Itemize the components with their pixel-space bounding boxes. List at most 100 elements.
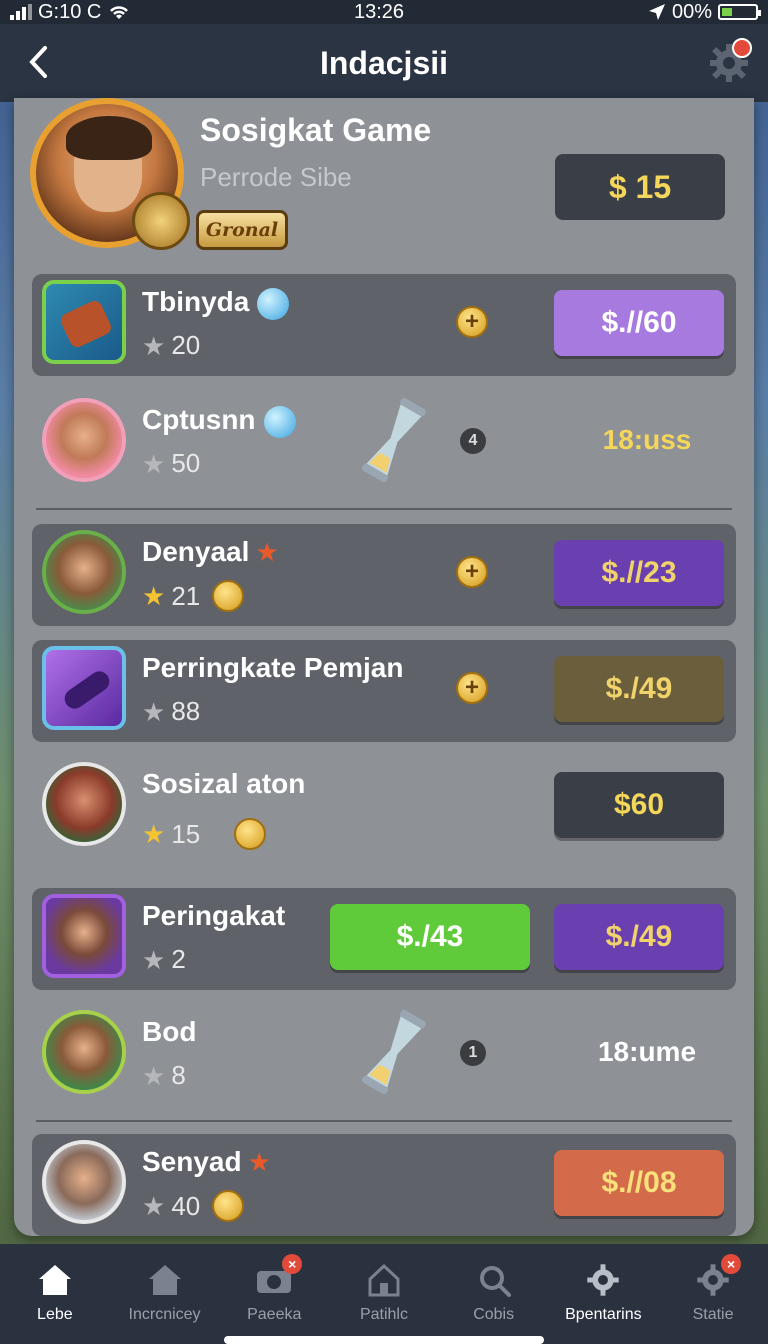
search-icon <box>474 1260 514 1300</box>
price-button[interactable]: $.//23 <box>554 540 724 606</box>
item-rating: ★ 21 <box>142 580 245 612</box>
star-icon: ★ <box>142 1060 166 1091</box>
star-icon: ★ <box>142 1191 166 1221</box>
list-item[interactable]: Bod ★ 8 1 18:ume <box>32 1004 736 1106</box>
price-button[interactable]: $./49 <box>554 904 724 970</box>
add-button[interactable]: + <box>456 306 488 338</box>
item-icon <box>42 646 126 730</box>
nav-item-patihlc[interactable]: Patihlc <box>334 1260 434 1324</box>
home-icon <box>35 1260 75 1300</box>
item-rating: ★ 8 <box>142 1060 186 1091</box>
battery-percent: 00% <box>671 0 712 23</box>
list-item[interactable]: Sosizal aton ★ 15 $60 <box>32 756 736 858</box>
star-icon: ★ <box>142 448 166 479</box>
signal-icon <box>10 4 32 20</box>
divider <box>36 508 732 510</box>
profile-subtitle: Perrode Sibe <box>200 162 352 192</box>
add-button[interactable]: + <box>456 672 488 704</box>
secondary-price-button[interactable]: $./43 <box>330 904 530 970</box>
item-rating: ★ 2 <box>142 944 186 975</box>
item-rating: ★ 88 <box>142 696 200 727</box>
timer-text: 18:uss <box>602 424 692 455</box>
house-icon <box>145 1260 185 1300</box>
avatar <box>42 1140 126 1224</box>
price-button[interactable]: $.//60 <box>554 290 724 356</box>
avatar <box>42 762 126 846</box>
rank-badge: Gronal <box>196 210 288 250</box>
item-name: Denyaal ★ <box>142 536 279 567</box>
status-bar: G:10 C 13:26 00% <box>0 0 768 24</box>
nav-item-statie[interactable]: × Statie <box>663 1254 763 1324</box>
list-item[interactable]: Denyaal ★ ★ 21 + $.//23 <box>32 524 736 626</box>
battery-icon <box>718 4 761 20</box>
rating-value: 2 <box>171 944 186 974</box>
fire-star-icon: ★ <box>255 537 279 567</box>
avatar-hair <box>66 116 152 160</box>
list-item[interactable]: Cptusnn ★ 50 4 18:uss <box>32 392 736 494</box>
rating-value: 40 <box>171 1190 201 1221</box>
item-rating: ★ 50 <box>142 448 200 479</box>
bottom-nav: Lebe Incrcnicey × Paeeka Patihlc Cobis B… <box>0 1244 768 1344</box>
coin-icon <box>234 818 267 850</box>
hourglass-icon <box>361 1009 427 1095</box>
star-icon: ★ <box>142 581 166 611</box>
item-name: Perringkate Pemjan <box>142 652 404 683</box>
item-name: Senyad ★ <box>142 1146 271 1177</box>
nav-item-incrcnicey[interactable]: Incrcnicey <box>115 1260 215 1324</box>
list-item[interactable]: Peringakat ★ 2 $./43 $./49 <box>32 888 736 990</box>
nav-label: Statie <box>692 1306 734 1323</box>
star-icon: ★ <box>142 330 166 361</box>
nav-label: Paeeka <box>247 1306 302 1323</box>
item-name: Bod <box>142 1016 197 1047</box>
list-item[interactable]: Tbinyda ★ 20 + $.//60 <box>32 274 736 376</box>
coin-icon <box>212 1190 245 1222</box>
rating-value: 88 <box>171 696 201 726</box>
gem-icon <box>263 405 296 438</box>
avatar <box>42 530 126 614</box>
nav-label: Bpentarins <box>565 1306 642 1323</box>
timer-count: 1 <box>460 1040 486 1066</box>
divider <box>36 1120 732 1122</box>
nav-label: Incrcnicey <box>128 1306 201 1323</box>
status-right: 00% <box>648 0 761 24</box>
nav-label: Patihlc <box>359 1306 408 1323</box>
nav-item-bpentarins[interactable]: Bpentarins <box>553 1260 653 1324</box>
price-button[interactable]: $.//08 <box>554 1150 724 1216</box>
nav-item-paeeka[interactable]: × Paeeka <box>224 1254 324 1324</box>
home-indicator[interactable] <box>224 1336 544 1344</box>
add-button[interactable]: + <box>456 556 488 588</box>
nav-item-cobis[interactable]: Cobis <box>444 1260 544 1324</box>
profile-price-button[interactable]: $ 15 <box>555 154 725 220</box>
profile-name: Sosigkat Game <box>200 112 432 148</box>
gear-badge-icon: × <box>693 1254 742 1300</box>
hourglass-icon <box>361 397 427 483</box>
gear-icon <box>583 1260 623 1300</box>
rating-value: 8 <box>171 1060 186 1090</box>
leaderboard-panel: Gronal Sosigkat Game Perrode Sibe $ 15 T… <box>14 98 754 1236</box>
item-rating: ★ 40 <box>142 1190 245 1222</box>
list-item[interactable]: Senyad ★ ★ 40 $.//08 <box>32 1134 736 1236</box>
back-button[interactable] <box>18 42 58 82</box>
avatar <box>42 1010 126 1094</box>
price-button[interactable]: $./49 <box>554 656 724 722</box>
rating-value: 15 <box>171 818 201 849</box>
gem-icon <box>257 287 290 320</box>
star-icon: ★ <box>142 944 166 975</box>
coin-icon <box>212 580 245 612</box>
list-item[interactable]: Perringkate Pemjan ★ 88 + $./49 <box>32 640 736 742</box>
nav-item-lebe[interactable]: Lebe <box>5 1260 105 1324</box>
settings-button[interactable] <box>706 38 752 84</box>
nav-label: Cobis <box>473 1306 515 1323</box>
close-badge-icon: × <box>721 1254 742 1274</box>
item-rating: ★ 15 <box>142 818 267 850</box>
avatar <box>42 894 126 978</box>
header-bar: Indacjsii <box>0 24 768 102</box>
price-button[interactable]: $60 <box>554 772 724 838</box>
fire-star-icon: ★ <box>247 1147 271 1177</box>
profile-card: Gronal Sosigkat Game Perrode Sibe $ 15 <box>14 98 754 264</box>
avatar <box>42 398 126 482</box>
timer-text: 18:ume <box>597 1036 697 1067</box>
item-name: Sosizal aton <box>142 768 306 799</box>
timer-count: 4 <box>460 428 486 454</box>
rating-value: 50 <box>171 448 201 478</box>
